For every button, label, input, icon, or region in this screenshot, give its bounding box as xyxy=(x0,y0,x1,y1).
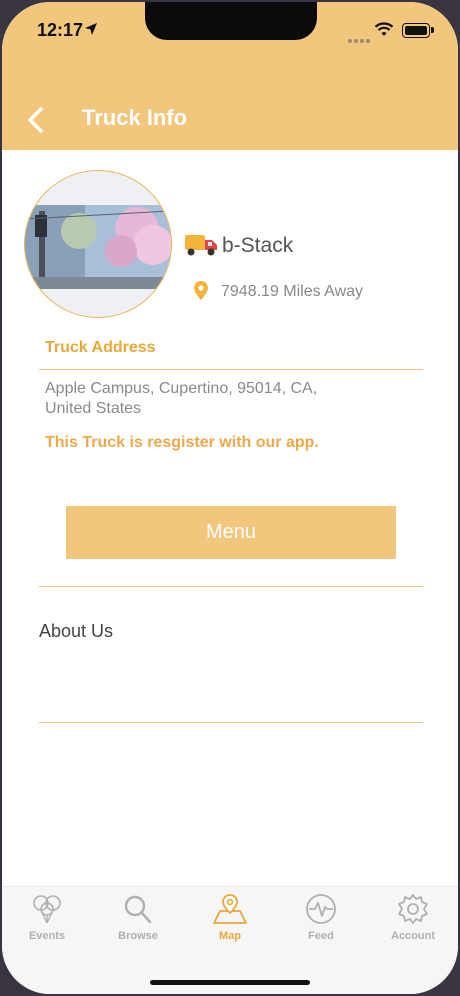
registered-note: This Truck is resgister with our app. xyxy=(45,434,319,451)
address-text: Apple Campus, Cupertino, 95014, CA, Unit… xyxy=(45,379,365,419)
location-arrow-icon xyxy=(85,23,97,35)
address-line-1: Apple Campus, Cupertino, 95014, CA, xyxy=(45,380,318,397)
map-icon xyxy=(213,894,247,924)
tab-bar: Events Browse Map Feed Account xyxy=(2,886,458,994)
page-title: Truck Info xyxy=(82,105,188,130)
signal-icon xyxy=(348,30,372,48)
wifi-icon xyxy=(374,22,394,36)
tab-map-label: Map xyxy=(219,930,241,942)
gear-icon xyxy=(398,894,428,924)
address-line-2: United States xyxy=(45,400,142,417)
balloons-icon xyxy=(33,895,61,924)
tab-browse-label: Browse xyxy=(118,930,158,942)
phone-screen: 12:17 Truck Info b-Stack 7948.19 Miles A… xyxy=(2,2,458,994)
search-icon xyxy=(124,895,152,924)
status-time: 12:17 xyxy=(37,20,84,40)
tab-feed-label: Feed xyxy=(308,930,334,942)
tab-feed[interactable]: Feed xyxy=(286,893,356,942)
tab-events-label: Events xyxy=(28,930,66,942)
pulse-icon xyxy=(306,894,336,924)
tab-account-label: Account xyxy=(391,930,435,942)
address-divider xyxy=(39,369,423,370)
location-pin-icon xyxy=(194,281,208,300)
tab-events[interactable]: Events xyxy=(12,893,82,942)
menu-divider xyxy=(39,586,423,587)
about-us-label: About Us xyxy=(39,621,114,641)
header-bar: 12:17 Truck Info xyxy=(2,2,458,150)
truck-icon xyxy=(185,235,217,256)
notch xyxy=(145,2,317,40)
tab-account[interactable]: Account xyxy=(378,893,448,942)
home-indicator xyxy=(150,980,310,985)
address-label: Truck Address xyxy=(45,339,156,356)
tab-map[interactable]: Map xyxy=(195,893,265,942)
menu-button[interactable]: Menu xyxy=(66,506,396,559)
back-arrow-icon[interactable] xyxy=(24,106,46,134)
tab-browse[interactable]: Browse xyxy=(103,893,173,942)
battery-icon xyxy=(402,23,434,38)
distance-text: 7948.19 Miles Away xyxy=(221,283,364,300)
about-divider xyxy=(39,722,423,723)
truck-avatar xyxy=(24,170,172,318)
truck-name: b-Stack xyxy=(222,234,294,257)
truck-photo xyxy=(25,171,171,317)
